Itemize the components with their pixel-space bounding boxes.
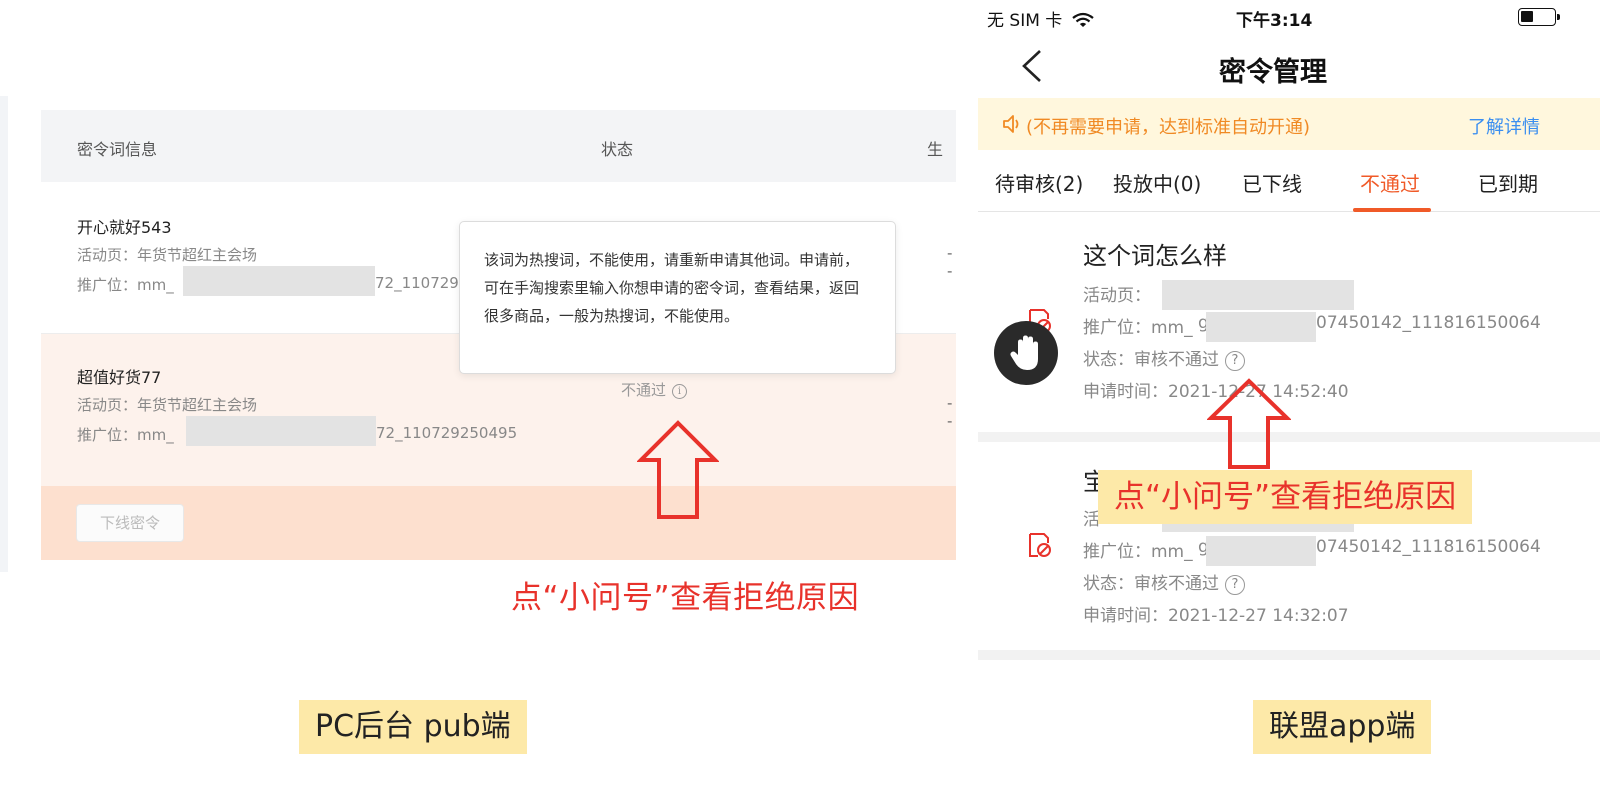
- info-circle-icon[interactable]: i: [672, 384, 688, 399]
- question-circle-icon[interactable]: ?: [1225, 351, 1245, 371]
- card-promo-prefix: 推广位：mm_: [1083, 318, 1193, 338]
- question-circle-icon[interactable]: ?: [1225, 575, 1245, 595]
- redaction-mask: [1206, 312, 1316, 342]
- card-promo-suffix: 07450142_111816150064: [1316, 537, 1541, 557]
- pc-label: PC后台 pub端: [299, 700, 527, 754]
- row-status: 不通过 i: [621, 379, 688, 400]
- pc-sidebar-edge: [0, 96, 8, 572]
- active-tab-indicator: [1353, 208, 1431, 212]
- card-title: 这个词怎么样: [1083, 242, 1227, 270]
- up-arrow-icon: [1207, 378, 1291, 469]
- tab-expired[interactable]: 已到期: [1478, 168, 1538, 197]
- offline-button[interactable]: 下线密令: [76, 504, 184, 542]
- redaction-mask: [1206, 536, 1316, 566]
- tab-rejected[interactable]: 不通过: [1360, 168, 1420, 197]
- card-divider: [978, 650, 1600, 660]
- nav-bar: 密令管理: [978, 34, 1600, 98]
- header-status: 状态: [601, 140, 634, 159]
- tab-active[interactable]: 投放中(0): [1113, 168, 1201, 197]
- redaction-mask: [183, 266, 375, 296]
- row-activity: 活动页：年货节超红主会场: [77, 396, 258, 414]
- row-promo-suffix: 72_1107292: [375, 274, 469, 292]
- notice-bar: (不再需要申请，达到标准自动开通) 了解详情: [978, 98, 1600, 150]
- mobile-screen: 无 SIM 卡 下午3:14 密令管理 (不再需要申请，达到标准自动开通) 了解…: [978, 0, 1600, 660]
- carrier-text: 无 SIM 卡: [987, 6, 1094, 31]
- battery-icon: [1518, 8, 1560, 26]
- redaction-mask: [1162, 280, 1354, 310]
- status-bar: 无 SIM 卡 下午3:14: [978, 0, 1600, 34]
- pc-action-bar: 下线密令: [41, 486, 956, 560]
- pc-table-header: 密令词信息 状态 生: [41, 110, 956, 182]
- tab-pending[interactable]: 待审核(2): [995, 168, 1083, 197]
- header-third: 生: [927, 140, 944, 159]
- rejection-tooltip: 该词为热搜词，不能使用，请重新申请其他词。申请前，可在手淘搜索里输入你想申请的密…: [459, 221, 896, 374]
- card-promo-prefix: 推广位：mm_: [1083, 542, 1193, 562]
- speaker-icon: [1003, 115, 1019, 133]
- card-promo-suffix: 07450142_111816150064: [1316, 313, 1541, 333]
- row-promo-suffix: 72_110729250495: [376, 424, 518, 442]
- notice-text: (不再需要申请，达到标准自动开通): [1026, 117, 1311, 138]
- pc-annotation: 点“小问号”查看拒绝原因: [511, 580, 860, 616]
- card-activity: 活动页：: [1083, 286, 1151, 306]
- mobile-annotation: 点“小问号”查看拒绝原因: [1098, 470, 1473, 524]
- row-extra: --: [947, 394, 953, 430]
- card-time: 申请时间：2021-12-27 14:32:07: [1083, 606, 1349, 626]
- hand-stop-button[interactable]: [994, 321, 1058, 385]
- card-status: 状态：审核不通过?: [1083, 345, 1245, 371]
- forbidden-document-icon: [1029, 533, 1051, 557]
- card-status: 状态：审核不通过?: [1083, 569, 1245, 595]
- redaction-mask: [186, 416, 376, 446]
- row-extra: --: [947, 244, 953, 280]
- row-name: 超值好货77: [77, 368, 162, 387]
- row-activity: 活动页：年货节超红主会场: [77, 246, 258, 264]
- row-promo-prefix: 推广位：mm_: [77, 276, 174, 294]
- page-title: 密令管理: [1219, 57, 1327, 88]
- header-info: 密令词信息: [77, 140, 158, 159]
- mobile-label: 联盟app端: [1253, 700, 1432, 754]
- status-tabs: 待审核(2) 投放中(0) 已下线 不通过 已到期: [978, 150, 1600, 212]
- learn-more-link[interactable]: 了解详情: [1468, 113, 1540, 139]
- clock: 下午3:14: [1236, 11, 1313, 31]
- hand-stop-icon: [1010, 335, 1038, 370]
- row-promo-prefix: 推广位：mm_: [77, 426, 174, 444]
- row-status-text: 不通过: [621, 381, 667, 399]
- up-arrow-icon: [637, 420, 719, 519]
- tab-offline[interactable]: 已下线: [1242, 168, 1302, 197]
- wifi-icon: [1072, 12, 1094, 27]
- row-name: 开心就好543: [77, 218, 172, 237]
